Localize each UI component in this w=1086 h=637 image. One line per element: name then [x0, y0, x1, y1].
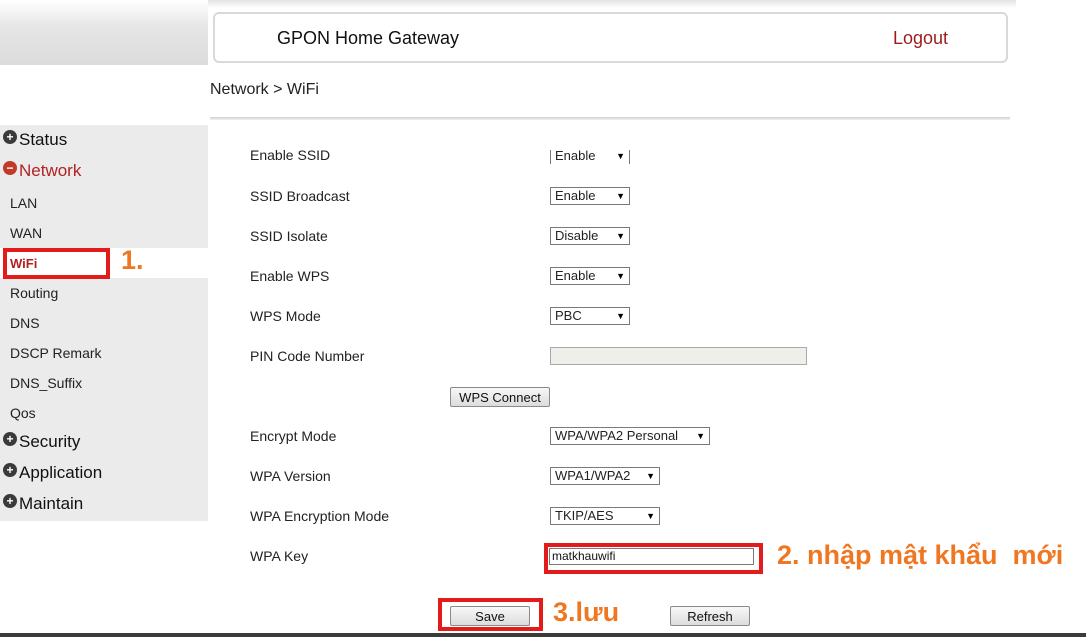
nav-group-label: Security [19, 432, 81, 451]
plus-icon: + [3, 130, 17, 144]
sidebar-item-qos[interactable]: Qos [10, 402, 36, 424]
sidebar-header-background [0, 0, 208, 65]
app-title: GPON Home Gateway [277, 28, 460, 48]
highlight-box-wpa-key [544, 543, 763, 574]
sidebar-item-routing[interactable]: Routing [10, 282, 58, 304]
enable-wps-select[interactable]: Enable ▼ [550, 267, 630, 285]
pin-code-label: PIN Code Number [250, 348, 365, 364]
wps-connect-button[interactable]: WPS Connect [450, 387, 550, 407]
nav-group-label: Application [19, 463, 103, 482]
clipped-row-region: Enable SSID Enable ▼ [210, 150, 1010, 164]
ssid-isolate-label: SSID Isolate [250, 228, 328, 244]
dropdown-arrow-icon: ▼ [646, 511, 655, 521]
enable-ssid-select[interactable]: Enable ▼ [550, 150, 630, 164]
minus-icon: − [3, 161, 17, 175]
select-value: TKIP/AES [555, 508, 614, 523]
logout-link[interactable]: Logout [893, 28, 948, 49]
ssid-broadcast-select[interactable]: Enable ▼ [550, 187, 630, 205]
dropdown-arrow-icon: ▼ [616, 151, 625, 161]
plus-icon: + [3, 432, 17, 446]
refresh-button[interactable]: Refresh [670, 606, 750, 626]
pin-code-input[interactable] [550, 347, 807, 365]
wps-mode-select[interactable]: PBC ▼ [550, 307, 630, 325]
select-value: Disable [555, 228, 599, 243]
encrypt-mode-select[interactable]: WPA/WPA2 Personal ▼ [550, 427, 710, 445]
nav-group-maintain[interactable]: + Maintain [0, 490, 83, 518]
wpa-version-select[interactable]: WPA1/WPA2 ▼ [550, 467, 660, 485]
nav-group-label: Maintain [19, 494, 84, 513]
sidebar-item-dns[interactable]: DNS [10, 312, 40, 334]
dropdown-arrow-icon: ▼ [646, 471, 655, 481]
header-shadow [208, 0, 1016, 8]
select-value: WPA1/WPA2 [555, 468, 631, 483]
nav-group-status[interactable]: + Status [0, 126, 67, 154]
highlight-box-wifi [3, 248, 110, 279]
select-value: Enable [555, 188, 596, 203]
dropdown-arrow-icon: ▼ [616, 231, 625, 241]
plus-icon: + [3, 494, 17, 508]
select-value: Enable [555, 150, 596, 163]
highlight-box-save [438, 598, 543, 631]
nav-group-network[interactable]: − Network [0, 157, 81, 185]
encrypt-mode-label: Encrypt Mode [250, 428, 337, 444]
wpa-encryption-select[interactable]: TKIP/AES ▼ [550, 507, 660, 525]
nav-group-security[interactable]: + Security [0, 428, 80, 456]
annotation-step3: 3.lưu [553, 597, 620, 627]
dropdown-arrow-icon: ▼ [616, 191, 625, 201]
divider [210, 117, 1010, 120]
wps-mode-label: WPS Mode [250, 308, 321, 324]
nav-group-label: Network [19, 161, 82, 180]
enable-ssid-label: Enable SSID [250, 150, 331, 163]
select-value: Enable [555, 268, 596, 283]
dropdown-arrow-icon: ▼ [616, 271, 625, 281]
nav-group-label: Status [19, 130, 68, 149]
nav-group-application[interactable]: + Application [0, 459, 102, 487]
ssid-isolate-select[interactable]: Disable ▼ [550, 227, 630, 245]
dropdown-arrow-icon: ▼ [696, 431, 705, 441]
enable-wps-label: Enable WPS [250, 268, 330, 284]
bottom-edge [0, 633, 1086, 637]
plus-icon: + [3, 463, 17, 477]
sidebar-item-dscp-remark[interactable]: DSCP Remark [10, 342, 102, 364]
ssid-broadcast-label: SSID Broadcast [250, 188, 350, 204]
breadcrumb: Network > WiFi [210, 81, 319, 98]
select-value: WPA/WPA2 Personal [555, 428, 679, 443]
wpa-encryption-label: WPA Encryption Mode [250, 508, 390, 524]
sidebar-item-dns-suffix[interactable]: DNS_Suffix [10, 372, 82, 394]
annotation-step1: 1. [121, 245, 144, 275]
dropdown-arrow-icon: ▼ [616, 311, 625, 321]
sidebar-item-wan[interactable]: WAN [10, 222, 42, 244]
wpa-version-label: WPA Version [250, 468, 331, 484]
select-value: PBC [555, 308, 582, 323]
annotation-step2: 2. nhập mật khẩu mới [777, 540, 1064, 570]
wpa-key-label: WPA Key [250, 548, 309, 564]
sidebar-item-lan[interactable]: LAN [10, 192, 37, 214]
header-bar: GPON Home Gateway Logout [213, 12, 1008, 63]
